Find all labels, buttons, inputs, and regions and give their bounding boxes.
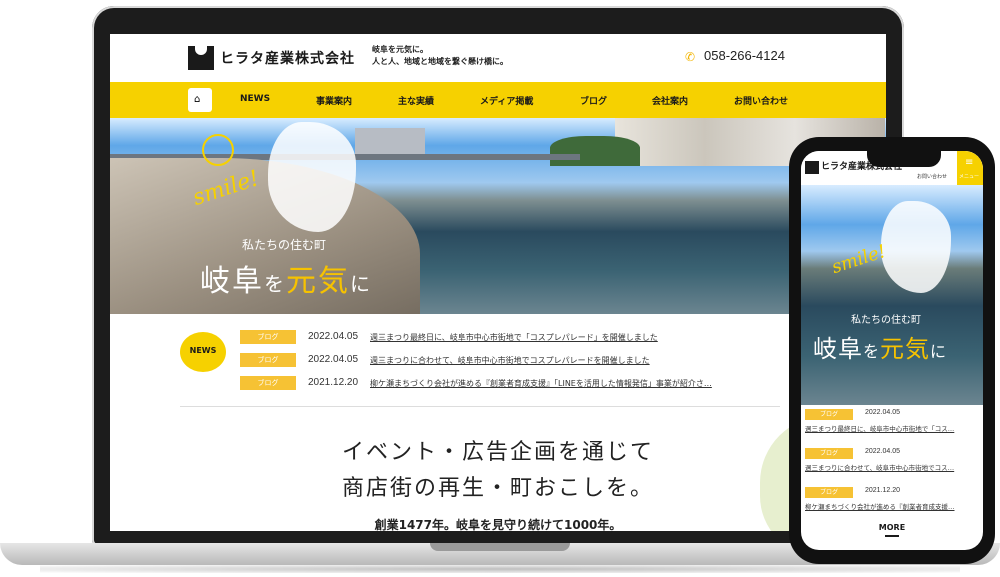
phone-notch (867, 151, 941, 167)
news-item[interactable]: ブログ 2022.04.05 週三まつりに合わせて、岐阜市中心市街地でコスプレパ… (240, 353, 880, 369)
nav-business[interactable]: 事業案内 (316, 94, 352, 107)
mobile-menu-button[interactable]: ≡ メニュー (957, 151, 983, 185)
mobile-hero-title: 岐阜を元気に (813, 329, 947, 364)
hero-title-part-a: 岐阜 (200, 264, 264, 299)
laptop-screen: ヒラタ産業株式会社 岐阜を元気に。 人と人、地域と地域を繋ぐ懸け橋に。 ✆ 05… (110, 34, 886, 531)
mobile-contact-link[interactable]: お問い合わせ (917, 173, 947, 180)
mobile-more-button[interactable]: MORE (801, 523, 983, 532)
mobile-news-tag[interactable]: ブログ (805, 487, 853, 498)
news-item[interactable]: ブログ 2022.04.05 週三まつり最終日に、岐阜市中心市街地で「コスプレパ… (240, 330, 880, 346)
news-date: 2022.04.05 (308, 354, 359, 365)
mobile-news-date: 2021.12.20 (865, 487, 901, 494)
mobile-hero-subtitle: 私たちの住む町 (851, 315, 921, 326)
nav-news[interactable]: NEWS (240, 94, 270, 104)
mobile-menu-label: メニュー (959, 174, 980, 180)
company-name[interactable]: ヒラタ産業株式会社 (220, 48, 355, 68)
mobile-news-title[interactable]: 週三まつり最終日に、岐阜市中心市街地で「コス… (805, 423, 979, 433)
mobile-hero-image: smile! 私たちの住む町 岐阜を元気に (801, 185, 983, 405)
mobile-hero-title-part-c: 元気 (880, 335, 931, 363)
hero-subtitle: 私たちの住む町 (242, 238, 327, 252)
mobile-smile-text: smile! (829, 240, 889, 279)
news-category-tag[interactable]: ブログ (240, 353, 296, 367)
mobile-hero-title-part-a: 岐阜 (813, 335, 863, 363)
mobile-news-tag[interactable]: ブログ (805, 448, 853, 459)
nav-achievements[interactable]: 主な実績 (398, 94, 434, 107)
tagline: 岐阜を元気に。 人と人、地域と地域を繋ぐ懸け橋に。 (372, 44, 508, 68)
mobile-news-item[interactable]: ブログ 2022.04.05 週三まつりに合わせて、岐阜市中心市街地でコス… (805, 448, 983, 484)
tagline-line-1: 岐阜を元気に。 (372, 45, 428, 54)
phone-screen: ヒラタ産業株式会社 お問い合わせ ≡ メニュー smile! 私たちの住む町 岐… (801, 151, 983, 550)
smiley-icon (202, 134, 234, 166)
mobile-news-title[interactable]: 柳ケ瀬まちづくり会社が進める『創業者育成支援… (805, 501, 979, 511)
news-title-link[interactable]: 週三まつりに合わせて、岐阜市中心市街地でコスプレパレードを開催しました (370, 355, 770, 366)
nav-blog[interactable]: ブログ (580, 94, 607, 107)
nav-media[interactable]: メディア掲載 (480, 94, 533, 107)
news-title-link[interactable]: 週三まつり最終日に、岐阜市中心市街地で「コスプレパレード」を開催しました (370, 332, 770, 343)
phone-frame: ヒラタ産業株式会社 お問い合わせ ≡ メニュー smile! 私たちの住む町 岐… (789, 137, 995, 564)
hero-title: 岐阜を元気に (200, 256, 372, 300)
mobile-news-item[interactable]: ブログ 2021.12.20 柳ケ瀬まちづくり会社が進める『創業者育成支援… (805, 487, 983, 523)
home-icon: ⌂ (194, 94, 201, 105)
mobile-logo-icon[interactable] (805, 161, 819, 174)
mobile-news-date: 2022.04.05 (865, 448, 901, 455)
gifu-map-silhouette (268, 122, 356, 232)
mobile-news-tag[interactable]: ブログ (805, 409, 853, 420)
mobile-hero-title-part-b: を (863, 342, 881, 361)
hero-trees (550, 136, 640, 166)
news-date: 2021.12.20 (308, 377, 359, 388)
main-nav: ⌂ NEWS 事業案内 主な実績 メディア掲載 ブログ 会社案内 お問い合わせ (110, 82, 886, 118)
mobile-more-underline (885, 535, 899, 537)
site-header: ヒラタ産業株式会社 岐阜を元気に。 人と人、地域と地域を繋ぐ懸け橋に。 ✆ 05… (110, 34, 886, 82)
news-badge-label: NEWS (189, 346, 217, 355)
laptop-frame: ヒラタ産業株式会社 岐阜を元気に。 人と人、地域と地域を繋ぐ懸け橋に。 ✆ 05… (92, 6, 904, 546)
company-logo-icon[interactable] (188, 46, 214, 70)
home-button[interactable]: ⌂ (188, 88, 212, 112)
mobile-news-item[interactable]: ブログ 2022.04.05 週三まつり最終日に、岐阜市中心市街地で「コス… (805, 409, 983, 445)
mobile-gifu-map-silhouette (881, 201, 951, 293)
news-divider (180, 406, 780, 407)
mobile-news-date: 2022.04.05 (865, 409, 901, 416)
hero-title-part-c: 元気 (286, 264, 350, 299)
nav-contact[interactable]: お問い合わせ (734, 94, 788, 107)
phone-number[interactable]: 058-266-4124 (704, 48, 785, 63)
hero-building-left (355, 128, 425, 154)
mobile-hero-title-part-d: に (930, 342, 948, 361)
laptop-notch (430, 543, 570, 551)
news-date: 2022.04.05 (308, 331, 359, 342)
catchphrase-line-1: イベント・広告企画を通じて (341, 440, 654, 465)
mobile-news-title[interactable]: 週三まつりに合わせて、岐阜市中心市街地でコス… (805, 462, 979, 472)
catchphrase-line-3: 創業1477年。岐阜を見守り続けて1000年。 (374, 518, 622, 531)
hamburger-icon: ≡ (965, 157, 974, 168)
nav-company[interactable]: 会社案内 (652, 94, 688, 107)
news-title-link[interactable]: 柳ケ瀬まちづくり会社が進める『創業者育成支援』「LINEを活用した情報発信」事業… (370, 378, 770, 389)
tagline-line-2: 人と人、地域と地域を繋ぐ懸け橋に。 (372, 57, 508, 66)
phone-icon: ✆ (685, 50, 696, 64)
hero-image: smile! 私たちの住む町 岐阜を元気に (110, 118, 886, 314)
hero-title-part-d: に (350, 272, 372, 296)
news-category-tag[interactable]: ブログ (240, 376, 296, 390)
laptop-shadow (40, 565, 960, 573)
news-item[interactable]: ブログ 2021.12.20 柳ケ瀬まちづくり会社が進める『創業者育成支援』「L… (240, 376, 880, 392)
hero-title-part-b: を (264, 272, 286, 296)
catchphrase-line-2: 商店街の再生・町おこしを。 (341, 476, 654, 501)
news-badge: NEWS (180, 332, 226, 372)
news-category-tag[interactable]: ブログ (240, 330, 296, 344)
